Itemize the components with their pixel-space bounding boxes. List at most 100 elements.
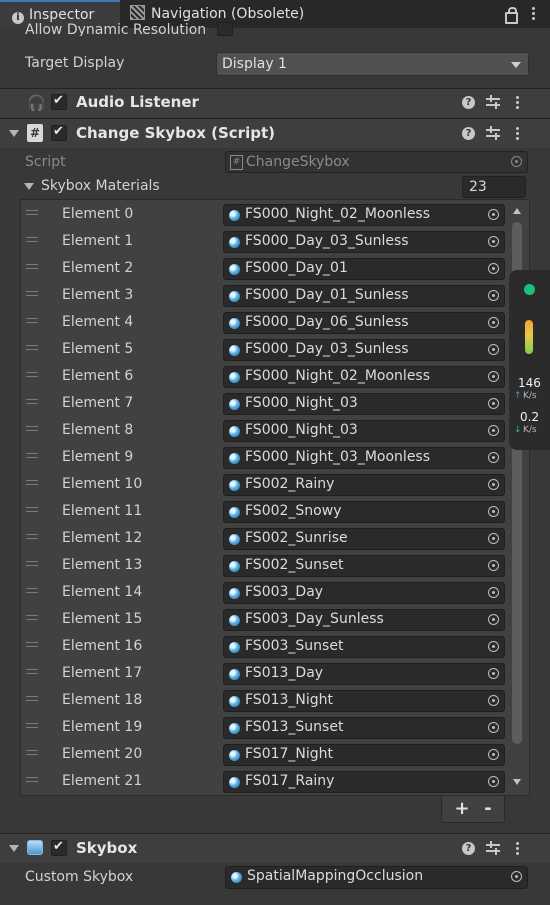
material-field[interactable]: FS013_Night	[223, 690, 505, 712]
material-field[interactable]: FS000_Day_06_Sunless	[223, 312, 505, 334]
list-item[interactable]: Element 0 FS000_Night_02_Moonless	[20, 201, 510, 228]
custom-skybox-field[interactable]: SpatialMappingOcclusion	[225, 866, 528, 889]
object-picker-icon[interactable]	[488, 209, 499, 220]
skybox-materials-size-input[interactable]: 23	[462, 176, 526, 198]
list-item[interactable]: Element 12 FS002_Sunrise	[20, 525, 510, 552]
list-item[interactable]: Element 10 FS002_Rainy	[20, 471, 510, 498]
object-picker-icon[interactable]	[488, 776, 499, 787]
lock-icon[interactable]	[505, 7, 518, 24]
drag-handle-icon[interactable]	[26, 264, 38, 269]
object-picker-icon[interactable]	[488, 317, 499, 328]
drag-handle-icon[interactable]	[26, 723, 38, 728]
component-menu-icon[interactable]	[516, 842, 520, 856]
material-field[interactable]: FS017_Rainy	[223, 771, 505, 793]
drag-handle-icon[interactable]	[26, 507, 38, 512]
list-item[interactable]: Element 9 FS000_Night_03_Moonless	[20, 444, 510, 471]
object-picker-icon[interactable]	[488, 668, 499, 679]
object-picker-icon[interactable]	[488, 587, 499, 598]
preset-icon[interactable]	[486, 126, 500, 140]
drag-handle-icon[interactable]	[26, 750, 38, 755]
change-skybox-enabled-checkbox[interactable]	[51, 124, 67, 141]
drag-handle-icon[interactable]	[26, 237, 38, 242]
list-item[interactable]: Element 17 FS013_Day	[20, 660, 510, 687]
remove-element-button[interactable]: -	[476, 798, 500, 820]
target-display-dropdown[interactable]: Display 1	[216, 52, 529, 76]
material-field[interactable]: FS002_Rainy	[223, 474, 505, 496]
material-field[interactable]: FS000_Day_03_Sunless	[223, 339, 505, 361]
list-item[interactable]: Element 11 FS002_Snowy	[20, 498, 510, 525]
list-item[interactable]: Element 1 FS000_Day_03_Sunless	[20, 228, 510, 255]
object-picker-icon[interactable]	[488, 236, 499, 247]
material-field[interactable]: FS002_Sunrise	[223, 528, 505, 550]
material-field[interactable]: FS013_Sunset	[223, 717, 505, 739]
object-picker-icon[interactable]	[488, 452, 499, 463]
drag-handle-icon[interactable]	[26, 210, 38, 215]
object-picker-icon[interactable]	[488, 371, 499, 382]
list-item[interactable]: Element 3 FS000_Day_01_Sunless	[20, 282, 510, 309]
list-item[interactable]: Element 19 FS013_Sunset	[20, 714, 510, 741]
object-picker-icon[interactable]	[488, 425, 499, 436]
drag-handle-icon[interactable]	[26, 777, 38, 782]
material-field[interactable]: FS017_Night	[223, 744, 505, 766]
network-monitor-widget[interactable]: 146 ↑ K/s 0.2 ↓ K/s	[509, 270, 550, 450]
drag-handle-icon[interactable]	[26, 318, 38, 323]
object-picker-icon[interactable]	[511, 871, 522, 882]
help-icon[interactable]: ?	[462, 127, 475, 140]
object-picker-icon[interactable]	[488, 533, 499, 544]
object-picker-icon[interactable]	[488, 749, 499, 760]
drag-handle-icon[interactable]	[26, 561, 38, 566]
material-field[interactable]: FS000_Night_03	[223, 420, 505, 442]
material-field[interactable]: FS003_Day	[223, 582, 505, 604]
list-item[interactable]: Element 4 FS000_Day_06_Sunless	[20, 309, 510, 336]
object-picker-icon[interactable]	[488, 695, 499, 706]
foldout-arrow-icon[interactable]	[9, 130, 19, 137]
preset-icon[interactable]	[486, 841, 500, 855]
list-item[interactable]: Element 18 FS013_Night	[20, 687, 510, 714]
material-field[interactable]: FS000_Day_03_Sunless	[223, 231, 505, 253]
skybox-enabled-checkbox[interactable]	[51, 839, 67, 856]
object-picker-icon[interactable]	[488, 614, 499, 625]
material-field[interactable]: FS003_Sunset	[223, 636, 505, 658]
preset-icon[interactable]	[486, 95, 500, 109]
drag-handle-icon[interactable]	[26, 345, 38, 350]
list-item[interactable]: Element 21 FS017_Rainy	[20, 768, 510, 795]
material-field[interactable]: FS002_Sunset	[223, 555, 505, 577]
help-icon[interactable]: ?	[462, 842, 475, 855]
drag-handle-icon[interactable]	[26, 642, 38, 647]
drag-handle-icon[interactable]	[26, 426, 38, 431]
drag-handle-icon[interactable]	[26, 669, 38, 674]
material-field[interactable]: FS013_Day	[223, 663, 505, 685]
scroll-up-arrow-icon[interactable]	[513, 208, 521, 214]
drag-handle-icon[interactable]	[26, 696, 38, 701]
material-field[interactable]: FS000_Night_03_Moonless	[223, 447, 505, 469]
drag-handle-icon[interactable]	[26, 291, 38, 296]
object-picker-icon[interactable]	[488, 506, 499, 517]
drag-handle-icon[interactable]	[26, 534, 38, 539]
material-field[interactable]: FS003_Day_Sunless	[223, 609, 505, 631]
list-item[interactable]: Element 5 FS000_Day_03_Sunless	[20, 336, 510, 363]
list-item[interactable]: Element 8 FS000_Night_03	[20, 417, 510, 444]
material-field[interactable]: FS000_Night_02_Moonless	[223, 366, 505, 388]
object-picker-icon[interactable]	[488, 344, 499, 355]
drag-handle-icon[interactable]	[26, 480, 38, 485]
material-field[interactable]: FS002_Snowy	[223, 501, 505, 523]
list-item[interactable]: Element 20 FS017_Night	[20, 741, 510, 768]
foldout-arrow-icon[interactable]	[9, 845, 19, 852]
material-field[interactable]: FS000_Night_03	[223, 393, 505, 415]
skybox-materials-label[interactable]: Skybox Materials	[41, 178, 160, 194]
material-field[interactable]: FS000_Day_01_Sunless	[223, 285, 505, 307]
list-item[interactable]: Element 7 FS000_Night_03	[20, 390, 510, 417]
allow-dynamic-resolution-checkbox[interactable]	[217, 22, 233, 36]
list-item[interactable]: Element 14 FS003_Day	[20, 579, 510, 606]
drag-handle-icon[interactable]	[26, 588, 38, 593]
add-element-button[interactable]: +	[450, 798, 474, 820]
object-picker-icon[interactable]	[488, 263, 499, 274]
component-menu-icon[interactable]	[516, 127, 520, 141]
list-item[interactable]: Element 13 FS002_Sunset	[20, 552, 510, 579]
drag-handle-icon[interactable]	[26, 399, 38, 404]
foldout-arrow-icon[interactable]	[24, 183, 34, 190]
list-item[interactable]: Element 15 FS003_Day_Sunless	[20, 606, 510, 633]
drag-handle-icon[interactable]	[26, 372, 38, 377]
object-picker-icon[interactable]	[488, 641, 499, 652]
drag-handle-icon[interactable]	[26, 615, 38, 620]
